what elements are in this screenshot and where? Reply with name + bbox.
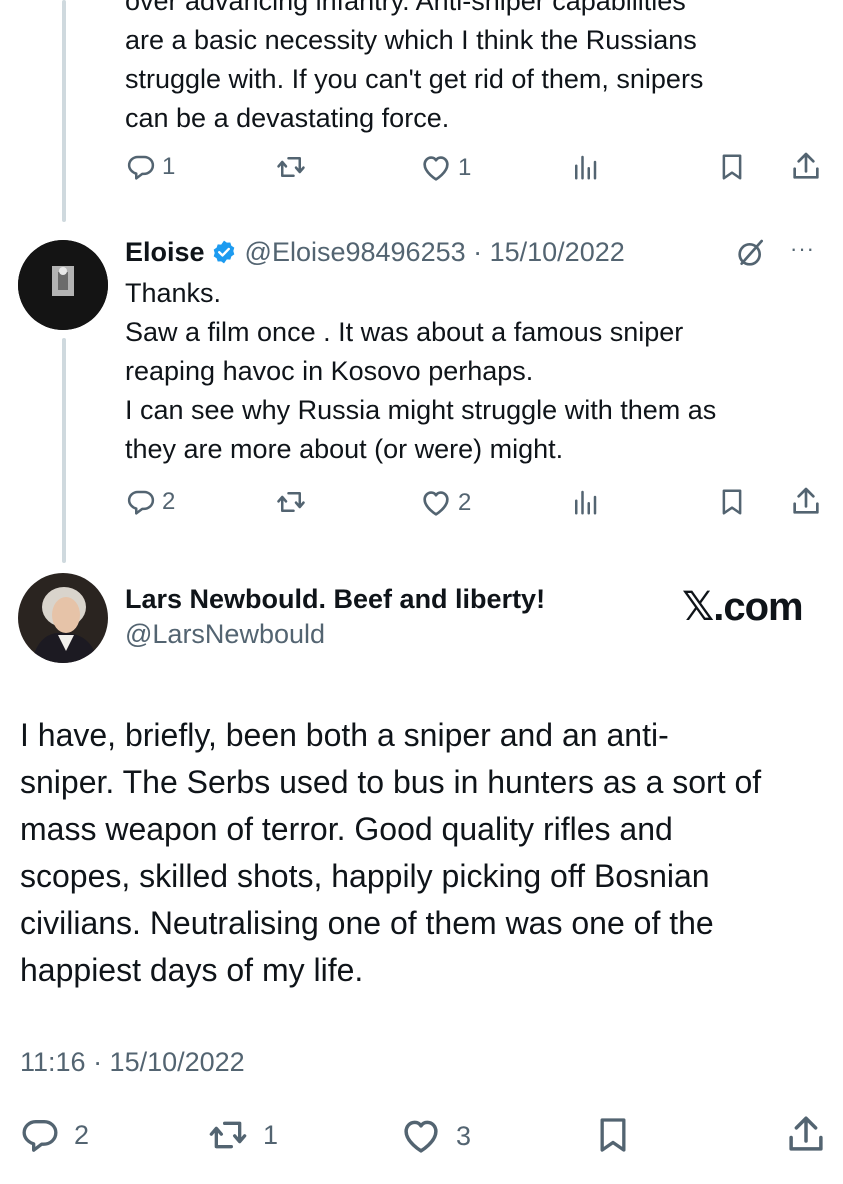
- repost-icon: [275, 152, 307, 182]
- main-display-name[interactable]: Lars Newbould. Beef and liberty!: [125, 584, 545, 615]
- views-button[interactable]: [570, 487, 600, 517]
- top-tweet-text: over advancing infantry. Anti-sniper cap…: [125, 0, 823, 138]
- repost-count: 1: [263, 1119, 279, 1150]
- reply-icon: [126, 487, 156, 517]
- bookmark-icon: [717, 487, 747, 517]
- like-button[interactable]: 2: [420, 487, 471, 519]
- repost-icon: [275, 487, 307, 517]
- top-tweet-line: can be a devastating force.: [125, 103, 450, 133]
- main-tweet-line: sniper. The Serbs used to bus in hunters…: [20, 764, 762, 800]
- avatar-eloise[interactable]: [18, 240, 108, 330]
- main-tweet-line: I have, briefly, been both a sniper and …: [20, 717, 669, 753]
- reply-handle-date[interactable]: @Eloise98496253 · 15/10/2022: [245, 237, 625, 268]
- thread-line-middle: [62, 338, 66, 563]
- main-tweet-line: scopes, skilled shots, happily picking o…: [20, 858, 710, 894]
- top-tweet-line: are a basic necessity which I think the …: [125, 25, 697, 55]
- reply-header: Eloise @Eloise98496253 · 15/10/2022: [125, 232, 625, 272]
- share-button[interactable]: [790, 485, 822, 517]
- reply-tweet-line: reaping havoc in Kosovo perhaps.: [125, 356, 534, 386]
- more-icon[interactable]: ···: [790, 236, 815, 262]
- bookmark-button[interactable]: [717, 152, 747, 182]
- top-tweet-line: struggle with. If you can't get rid of t…: [125, 64, 704, 94]
- reply-tweet-line: Saw a film once . It was about a famous …: [125, 317, 684, 347]
- verified-icon: [213, 240, 234, 264]
- reply-tweet-text: Thanks. Saw a film once . It was about a…: [125, 274, 823, 469]
- top-tweet-line: over advancing infantry. Anti-sniper cap…: [125, 0, 686, 16]
- reply-tweet-actions: 2 2: [0, 485, 843, 525]
- reply-button[interactable]: 2: [126, 487, 175, 517]
- share-button[interactable]: [785, 1113, 827, 1155]
- reply-display-name[interactable]: Eloise: [125, 237, 205, 268]
- x-com-watermark: 𝕏.com: [682, 585, 804, 629]
- reply-count: 2: [162, 488, 176, 515]
- grok-icon[interactable]: [735, 237, 767, 269]
- main-tweet-line: civilians. Neutralising one of them was …: [20, 905, 714, 941]
- like-icon: [400, 1115, 442, 1157]
- views-icon: [570, 152, 600, 182]
- repost-button[interactable]: [275, 152, 307, 182]
- share-button[interactable]: [790, 150, 822, 182]
- like-count: 1: [458, 154, 472, 181]
- avatar-lars[interactable]: [18, 573, 108, 663]
- share-icon: [785, 1113, 827, 1155]
- repost-button[interactable]: 1: [207, 1115, 278, 1155]
- like-icon: [420, 487, 452, 519]
- like-icon: [420, 152, 452, 184]
- reply-tweet-line: Thanks.: [125, 278, 222, 308]
- bookmark-button[interactable]: [717, 487, 747, 517]
- like-button[interactable]: 1: [420, 152, 471, 184]
- like-count: 2: [458, 489, 472, 516]
- reply-count: 1: [162, 153, 176, 180]
- reply-count: 2: [74, 1119, 90, 1150]
- reply-tweet-line: I can see why Russia might struggle with…: [125, 395, 717, 425]
- share-icon: [790, 485, 822, 517]
- share-icon: [790, 150, 822, 182]
- reply-icon: [126, 152, 156, 182]
- main-tweet-line: happiest days of my life.: [20, 952, 364, 988]
- avatar-image: [18, 573, 108, 663]
- like-count: 3: [456, 1120, 472, 1151]
- bookmark-icon: [717, 152, 747, 182]
- bookmark-button[interactable]: [593, 1115, 633, 1155]
- avatar-image: [18, 240, 108, 330]
- repost-icon: [207, 1115, 249, 1155]
- reply-button[interactable]: 2: [20, 1115, 89, 1155]
- main-tweet-actions: 2 1 3: [0, 1115, 843, 1155]
- repost-button[interactable]: [275, 487, 307, 517]
- views-icon: [570, 487, 600, 517]
- views-button[interactable]: [570, 152, 600, 182]
- main-tweet-text: I have, briefly, been both a sniper and …: [20, 712, 823, 994]
- tweet-timestamp[interactable]: 11:16 · 15/10/2022: [20, 1047, 245, 1078]
- bookmark-icon: [593, 1115, 633, 1155]
- reply-tweet-line: they are more about (or were) might.: [125, 434, 564, 464]
- main-tweet-line: mass weapon of terror. Good quality rifl…: [20, 811, 673, 847]
- like-button[interactable]: 3: [400, 1115, 471, 1157]
- top-tweet-actions: 1 1: [0, 150, 843, 190]
- reply-button[interactable]: 1: [126, 152, 175, 182]
- reply-icon: [20, 1115, 60, 1155]
- main-handle[interactable]: @LarsNewbould: [125, 619, 325, 650]
